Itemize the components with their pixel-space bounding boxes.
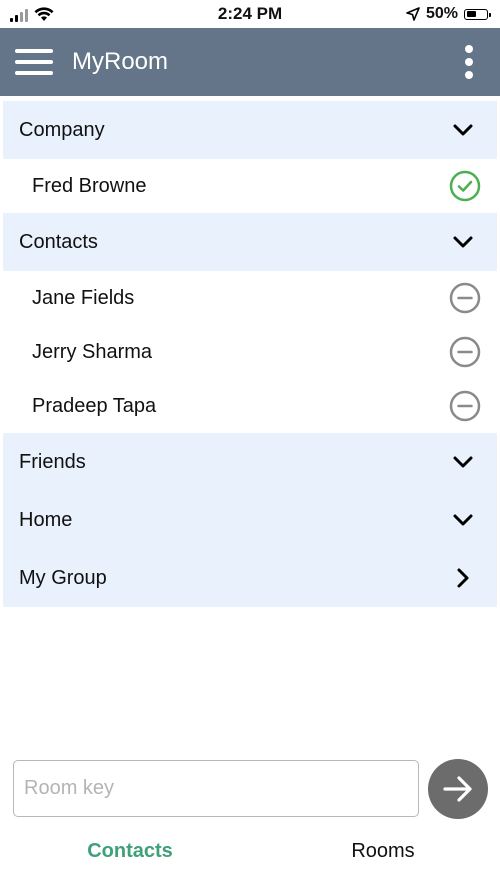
app-bar: MyRoom <box>0 28 500 96</box>
go-button[interactable] <box>428 759 488 819</box>
app-title: MyRoom <box>72 48 169 75</box>
group-label: Contacts <box>19 230 98 253</box>
chevron-down-icon <box>453 236 473 248</box>
contact-row[interactable]: Jerry Sharma <box>3 325 497 379</box>
chevron-down-icon <box>453 456 473 468</box>
more-vertical-icon[interactable] <box>458 42 480 82</box>
offline-minus-icon <box>449 390 481 422</box>
tab-contacts[interactable]: Contacts <box>30 840 230 868</box>
offline-minus-icon <box>449 336 481 368</box>
contact-row[interactable]: Pradeep Tapa <box>3 379 497 433</box>
contact-name: Jane Fields <box>32 286 135 309</box>
battery-fill <box>466 11 476 17</box>
status-right: 50% <box>406 4 491 24</box>
chevron-down-icon <box>453 124 473 136</box>
location-arrow-icon <box>406 7 420 21</box>
online-check-icon <box>449 170 481 202</box>
contact-row[interactable]: Jane Fields <box>3 271 497 325</box>
tab-rooms[interactable]: Rooms <box>283 840 483 868</box>
group-header-contacts[interactable]: Contacts <box>3 213 497 271</box>
contact-row[interactable]: Fred Browne <box>3 159 497 213</box>
contact-name: Jerry Sharma <box>32 340 153 363</box>
status-bar: 2:24 PM 50% <box>0 0 500 28</box>
contact-name: Fred Browne <box>32 174 147 197</box>
arrow-right-icon <box>443 776 472 802</box>
room-key-input[interactable] <box>13 760 419 817</box>
contact-name: Pradeep Tapa <box>32 394 157 417</box>
offline-minus-icon <box>449 282 481 314</box>
group-label: Home <box>19 508 73 531</box>
group-header-friends[interactable]: Friends <box>3 433 497 491</box>
battery-percent: 50% <box>425 5 458 22</box>
group-header-my-group[interactable]: My Group <box>3 549 497 607</box>
group-header-home[interactable]: Home <box>3 491 497 549</box>
group-header-company[interactable]: Company <box>3 101 497 159</box>
chevron-right-icon <box>457 568 469 588</box>
group-label: Friends <box>19 450 86 473</box>
battery-tip <box>489 12 491 17</box>
contact-list: Company Fred Browne Contacts Jane Fields <box>3 101 497 607</box>
hamburger-menu-icon[interactable] <box>10 40 58 84</box>
chevron-down-icon <box>453 514 473 526</box>
group-label: My Group <box>19 566 107 589</box>
screen: 2:24 PM 50% MyRoom Company Fred Browne C… <box>0 0 500 888</box>
group-label: Company <box>19 118 105 141</box>
battery-icon <box>464 8 491 20</box>
